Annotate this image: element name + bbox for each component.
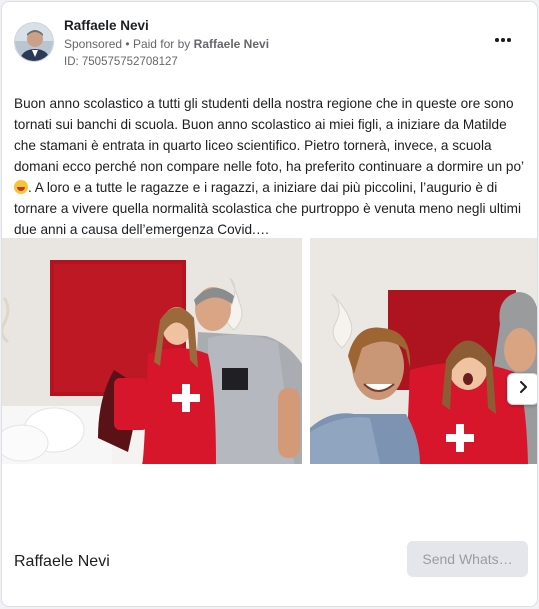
- carousel-next-button[interactable]: [507, 373, 537, 405]
- chevron-right-icon: [516, 380, 530, 399]
- send-whatsapp-button[interactable]: Send Whats…: [407, 541, 528, 577]
- ad-card: Raffaele Nevi Sponsored • Paid for by Ra…: [1, 1, 538, 607]
- footer-page-name: Raffaele Nevi: [14, 553, 110, 570]
- carousel-image-1[interactable]: [2, 238, 302, 464]
- paid-for-prefix: Paid for by: [132, 37, 191, 51]
- page-avatar[interactable]: [14, 22, 54, 62]
- meta-separator: •: [125, 37, 130, 51]
- carousel-image-2[interactable]: [310, 238, 537, 464]
- paid-for-name: Raffaele Nevi: [193, 37, 270, 51]
- ad-text-part2: . A loro e a tutte le ragazze e i ragazz…: [14, 180, 522, 237]
- ad-body-text: Buon anno scolastico a tutti gli student…: [14, 93, 526, 240]
- ad-id: ID: 750575752708127: [64, 56, 178, 68]
- page-name[interactable]: Raffaele Nevi: [64, 18, 149, 33]
- ad-text-part1: Buon anno scolastico a tutti gli student…: [14, 96, 524, 174]
- sponsored-line: Sponsored • Paid for by Raffaele Nevi: [64, 37, 269, 51]
- more-options-icon: [495, 38, 511, 42]
- grinning-face-emoji: [14, 180, 28, 194]
- more-options-button[interactable]: [489, 30, 517, 50]
- sponsored-label: Sponsored: [64, 37, 123, 51]
- ad-header: Raffaele Nevi Sponsored • Paid for by Ra…: [14, 16, 525, 72]
- image-carousel: [2, 238, 537, 464]
